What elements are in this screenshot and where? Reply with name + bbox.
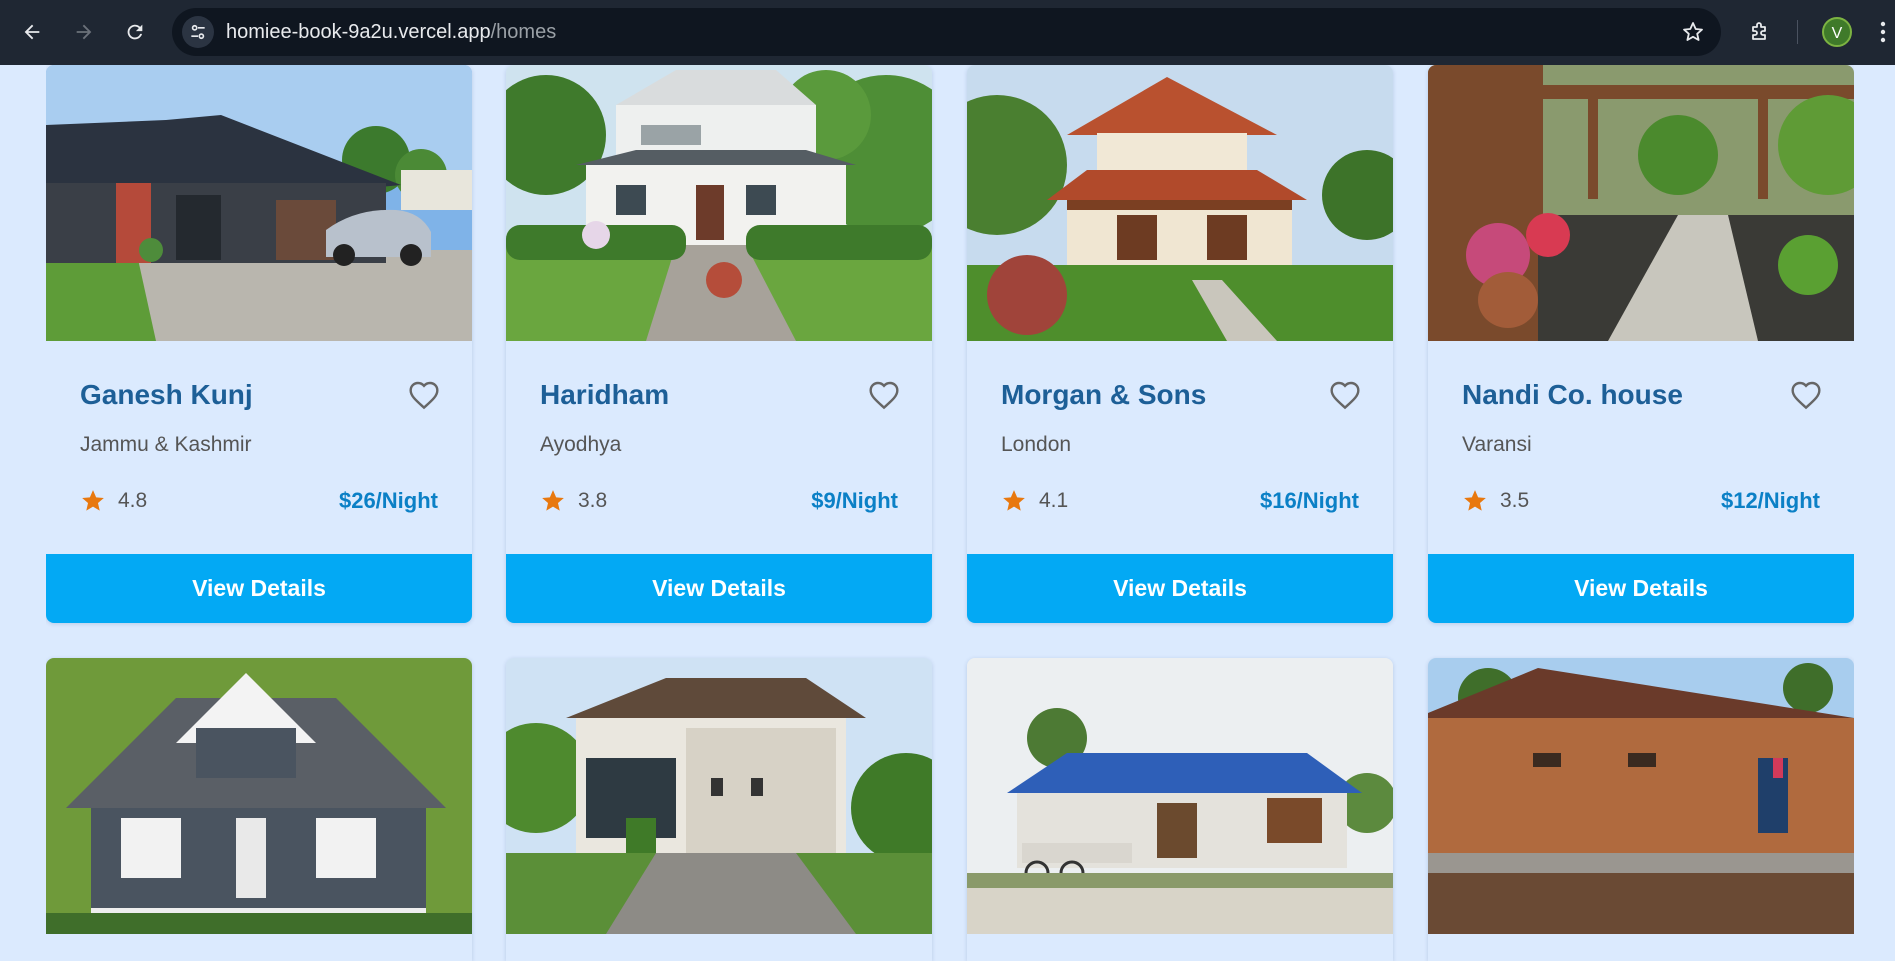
home-photo-image xyxy=(46,65,472,341)
profile-avatar[interactable]: V xyxy=(1822,17,1852,47)
home-photo[interactable] xyxy=(1428,658,1854,934)
toolbar-divider xyxy=(1797,20,1798,44)
home-photo-image xyxy=(46,658,472,934)
home-location: Ayodhya xyxy=(540,433,622,456)
site-info-button[interactable] xyxy=(182,16,214,48)
home-rating: 3.5 xyxy=(1500,489,1530,512)
home-photo-image xyxy=(967,65,1393,341)
heart-outline-icon[interactable] xyxy=(868,380,900,410)
url-text[interactable]: homiee-book-9a2u.vercel.app/homes xyxy=(226,8,556,56)
home-card xyxy=(46,658,472,961)
home-card xyxy=(967,658,1393,961)
home-location: Varansi xyxy=(1462,433,1532,456)
homes-grid: Ganesh Kunj Jammu & Kashmir 4.8 $26/Nigh… xyxy=(46,65,1854,961)
home-photo-image xyxy=(506,65,932,341)
star-outline-icon xyxy=(1683,22,1703,41)
home-info: Haridham Ayodhya 3.8 $9/Night xyxy=(506,341,932,554)
home-card: Haridham Ayodhya 3.8 $9/Night View Detai… xyxy=(506,65,932,623)
arrow-left-icon xyxy=(24,24,40,40)
browser-toolbar: homiee-book-9a2u.vercel.app/homes V xyxy=(0,0,1895,65)
puzzle-icon xyxy=(1752,22,1766,40)
star-filled-icon xyxy=(1464,490,1486,511)
bookmark-button[interactable] xyxy=(1677,16,1709,48)
home-name: Nandi Co. house xyxy=(1462,379,1683,410)
home-photo[interactable] xyxy=(1428,65,1854,341)
home-photo-image xyxy=(1428,658,1854,934)
home-name: Haridham xyxy=(540,379,670,410)
home-card: Morgan & Sons London 4.1 $16/Night View … xyxy=(967,65,1393,623)
view-details-button[interactable]: View Details xyxy=(46,554,472,623)
home-photo[interactable] xyxy=(506,658,932,934)
home-name: Morgan & Sons xyxy=(1001,379,1207,410)
url-domain: homiee-book-9a2u.vercel.app xyxy=(226,21,491,43)
home-photo[interactable] xyxy=(967,65,1393,341)
home-photo[interactable] xyxy=(506,65,932,341)
home-info: Nandi Co. house Varansi 3.5 $12/Night xyxy=(1428,341,1854,554)
url-path: /homes xyxy=(490,21,557,43)
extensions-button[interactable] xyxy=(1740,12,1780,52)
home-photo[interactable] xyxy=(967,658,1393,934)
view-details-button[interactable]: View Details xyxy=(506,554,932,623)
star-filled-icon xyxy=(82,490,104,511)
home-info: Ganesh Kunj Jammu & Kashmir 4.8 $26/Nigh… xyxy=(46,341,472,554)
home-rating: 4.1 xyxy=(1039,489,1069,512)
heart-outline-icon[interactable] xyxy=(1790,380,1822,410)
home-name: Ganesh Kunj xyxy=(80,379,253,410)
home-card: Nandi Co. house Varansi 3.5 $12/Night Vi… xyxy=(1428,65,1854,623)
home-rating: 3.8 xyxy=(578,489,608,512)
home-photo[interactable] xyxy=(46,658,472,934)
star-filled-icon xyxy=(1003,490,1025,511)
home-card xyxy=(1428,658,1854,961)
home-location: Jammu & Kashmir xyxy=(80,433,252,456)
heart-outline-icon[interactable] xyxy=(1329,380,1361,410)
home-price: $16/Night xyxy=(1259,488,1359,513)
reload-icon xyxy=(127,24,143,40)
home-price: $12/Night xyxy=(1720,488,1820,513)
kebab-icon xyxy=(1880,21,1885,43)
home-photo[interactable] xyxy=(46,65,472,341)
home-photo-image xyxy=(506,658,932,934)
home-rating: 4.8 xyxy=(118,489,148,512)
arrow-right-icon xyxy=(76,24,92,40)
heart-outline-icon[interactable] xyxy=(408,380,440,410)
view-details-button[interactable]: View Details xyxy=(967,554,1393,623)
home-price: $9/Night xyxy=(811,488,898,513)
home-card xyxy=(506,658,932,961)
tune-icon xyxy=(191,24,205,40)
address-bar[interactable]: homiee-book-9a2u.vercel.app/homes xyxy=(172,8,1721,56)
star-filled-icon xyxy=(542,490,564,511)
home-info: Morgan & Sons London 4.1 $16/Night xyxy=(967,341,1393,554)
forward-button[interactable] xyxy=(64,12,104,52)
home-price: $26/Night xyxy=(338,488,438,513)
home-photo-image xyxy=(1428,65,1854,341)
home-location: London xyxy=(1001,433,1072,456)
home-photo-image xyxy=(967,658,1393,934)
view-details-button[interactable]: View Details xyxy=(1428,554,1854,623)
browser-menu-button[interactable] xyxy=(1870,12,1895,52)
home-card: Ganesh Kunj Jammu & Kashmir 4.8 $26/Nigh… xyxy=(46,65,472,623)
back-button[interactable] xyxy=(12,12,52,52)
reload-button[interactable] xyxy=(115,12,155,52)
